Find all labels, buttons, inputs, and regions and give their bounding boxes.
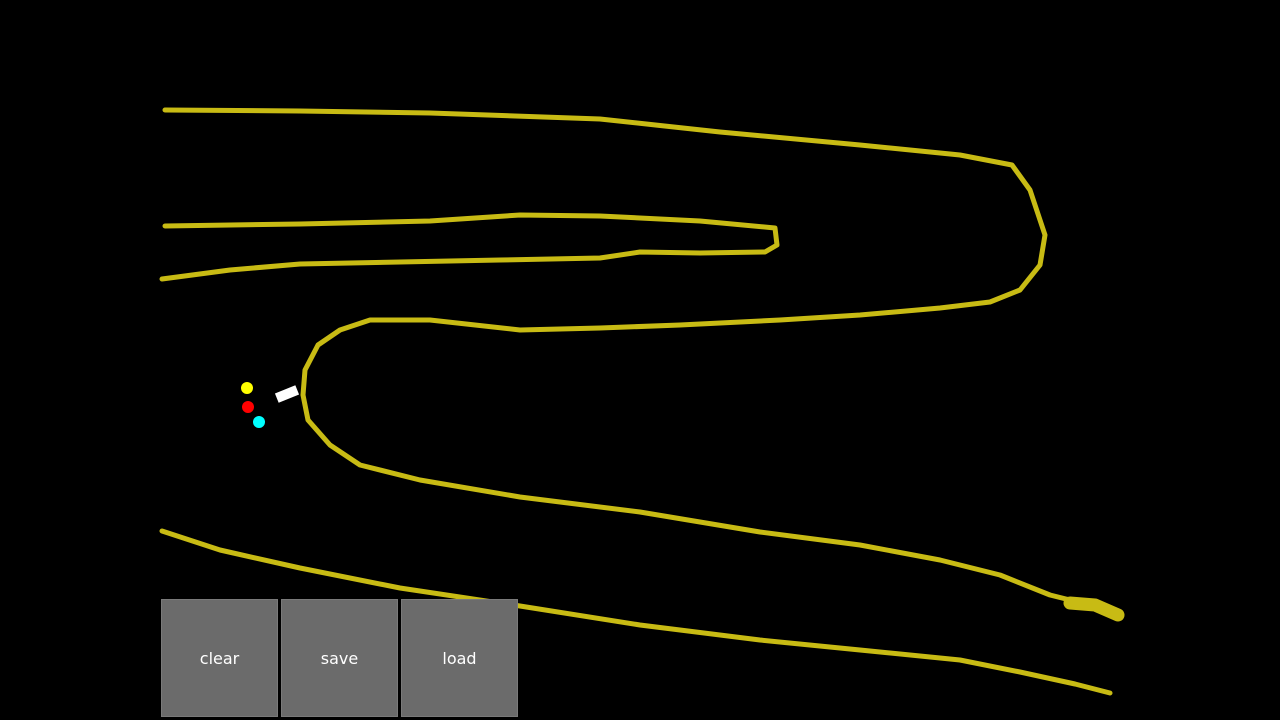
track-boundary-hairpin	[159, 212, 780, 282]
simulator-app: clear save load	[0, 0, 1280, 720]
load-button[interactable]: load	[401, 599, 518, 717]
sensor-left	[241, 382, 253, 394]
car[interactable]	[274, 385, 300, 403]
sensor-right	[253, 416, 265, 428]
clear-button[interactable]: clear	[161, 599, 278, 717]
track-boundary-outer	[162, 107, 1093, 608]
save-button[interactable]: save	[281, 599, 398, 717]
track-boundary-end	[1063, 596, 1125, 622]
sensor-center	[242, 401, 254, 413]
toolbar: clear save load	[161, 599, 521, 720]
